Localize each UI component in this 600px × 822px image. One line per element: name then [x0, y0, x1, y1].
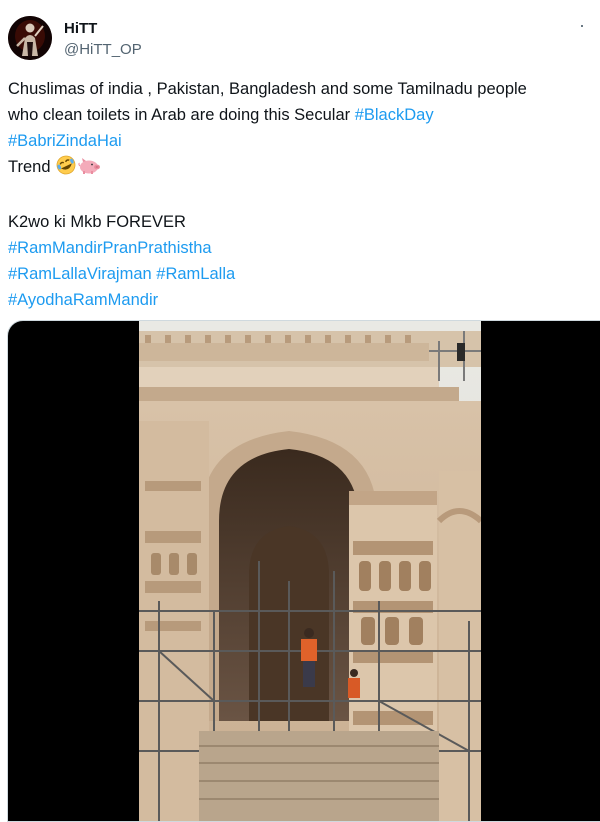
avatar-icon — [8, 16, 52, 60]
pig-icon — [77, 157, 101, 183]
hashtag-link[interactable]: #AyodhaRamMandir — [8, 291, 158, 309]
tweet-text-fragment: who clean toilets in Arab are doing this… — [8, 106, 355, 124]
hashtag-link[interactable]: #BabriZindaHai — [8, 132, 122, 150]
hashtag-link[interactable]: #RamLallaVirajman — [8, 265, 152, 283]
tweet: HiTT @HiTT_OP · Chuslimas of india , Pak… — [0, 0, 600, 822]
hashtag-link[interactable]: #BlackDay — [355, 106, 434, 124]
tweet-text-line: #RamLallaVirajman #RamLalla — [8, 261, 600, 287]
avatar[interactable] — [8, 16, 52, 60]
temple-video-thumbnail — [139, 321, 481, 821]
tweet-text-line: K2wo ki Mkb FOREVER — [8, 213, 186, 231]
tweet-text-line: #AyodhaRamMandir — [8, 287, 600, 313]
tweet-text-line: Trend — [8, 154, 600, 183]
tweet-text-line: who clean toilets in Arab are doing this… — [8, 102, 600, 128]
rolling-on-floor-laughing-icon — [55, 155, 77, 183]
author-handle[interactable]: @HiTT_OP — [64, 40, 142, 60]
more-icon[interactable]: · — [572, 16, 592, 38]
tweet-header: HiTT @HiTT_OP · — [8, 16, 592, 64]
tweet-text: Chuslimas of india , Pakistan, Banglades… — [8, 76, 600, 313]
tweet-media-video[interactable] — [7, 320, 600, 822]
author-names: HiTT @HiTT_OP — [64, 20, 142, 60]
author-display-name[interactable]: HiTT — [64, 20, 142, 38]
tweet-text-line: #BabriZindaHai — [8, 128, 600, 154]
hashtag-link[interactable]: #RamLalla — [156, 265, 235, 283]
hashtag-link[interactable]: #RamMandirPranPrathistha — [8, 239, 212, 257]
tweet-text-fragment: Trend — [8, 158, 51, 176]
tweet-text-line: #RamMandirPranPrathistha — [8, 235, 600, 261]
tweet-text-line: Chuslimas of india , Pakistan, Banglades… — [8, 80, 527, 98]
